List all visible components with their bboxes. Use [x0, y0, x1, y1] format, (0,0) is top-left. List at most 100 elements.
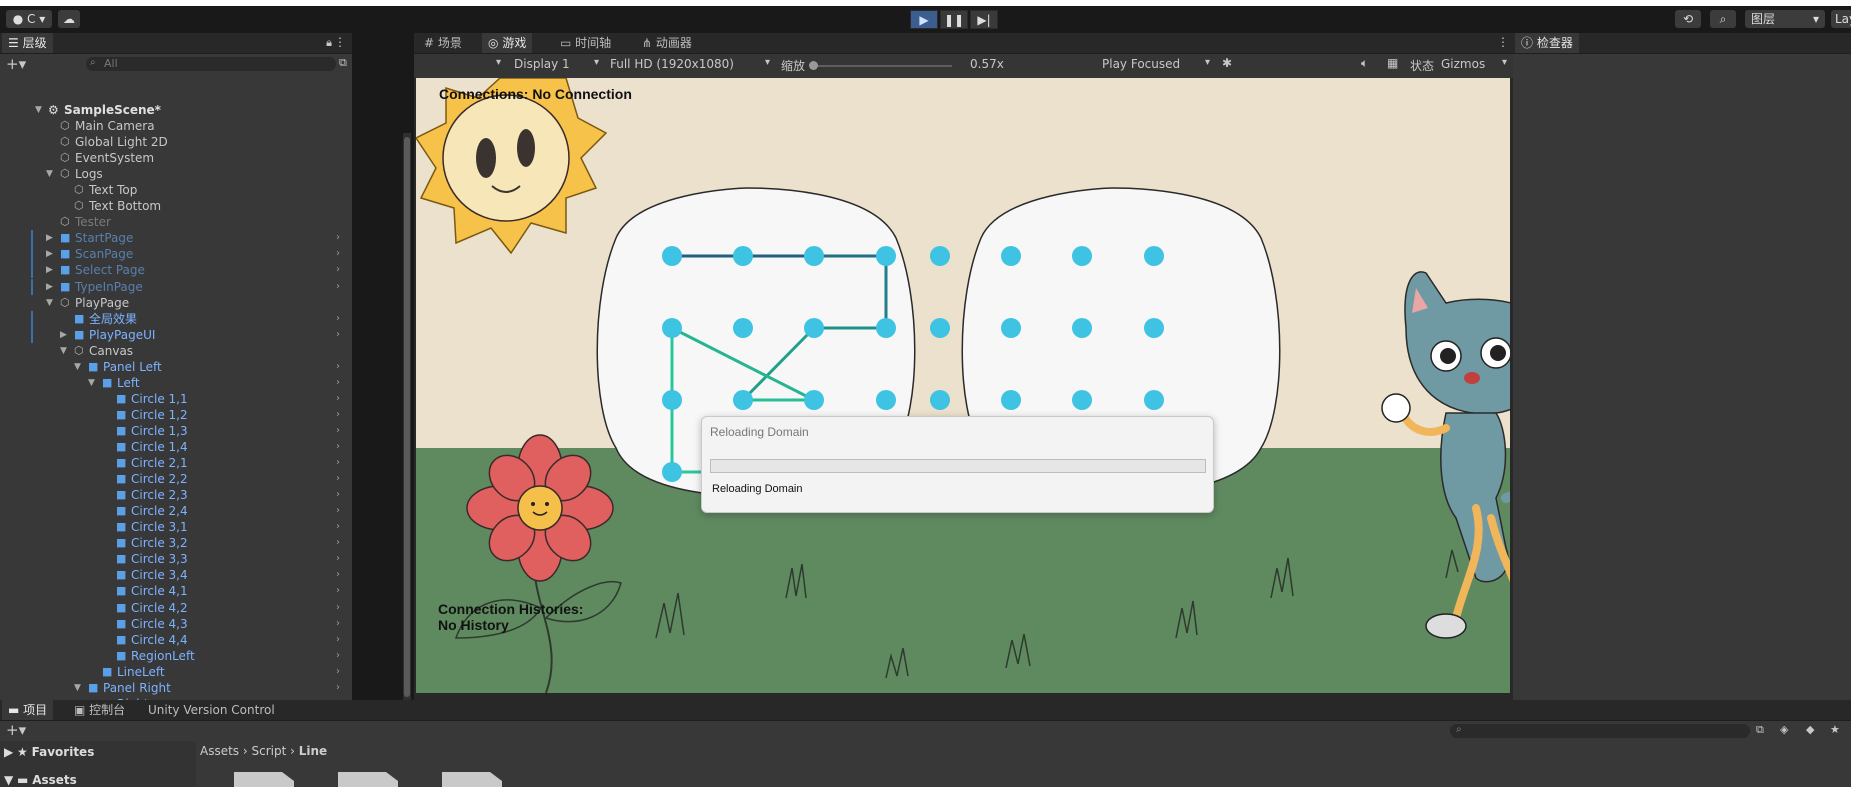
open-prefab-icon[interactable]: › — [336, 680, 340, 696]
lock-icon[interactable]: 🔒︎ — [326, 36, 332, 50]
game-chevron-icon[interactable]: ▾ — [496, 57, 501, 68]
open-prefab-icon[interactable]: › — [336, 519, 340, 535]
hierarchy-item[interactable]: ▼ ■ Panel Left › — [0, 359, 340, 375]
tab-console[interactable]: ▣ 控制台 — [68, 700, 131, 720]
more-icon[interactable]: ⋮ — [334, 35, 346, 49]
hierarchy-item[interactable]: ▼ ⬡ Logs — [0, 166, 340, 182]
hierarchy-options-icon[interactable]: ⧉ — [339, 56, 347, 70]
tab-inspector[interactable]: ⓘ 检查器 — [1515, 33, 1579, 53]
open-prefab-icon[interactable]: › — [336, 375, 340, 391]
hierarchy-item[interactable]: ■ Circle 2,3 › — [0, 487, 340, 503]
circle-right-3-3[interactable] — [1072, 390, 1092, 410]
open-prefab-icon[interactable]: › — [336, 262, 340, 278]
file-icon[interactable] — [234, 772, 294, 787]
audio-icon[interactable]: 🔈︎ — [1361, 56, 1368, 71]
circle-left-3-2[interactable] — [733, 390, 753, 410]
hierarchy-item[interactable]: ■ Circle 1,3 › — [0, 423, 340, 439]
breadcrumb-item[interactable]: Line — [299, 744, 327, 758]
hierarchy-item[interactable]: ⬡ Main Camera — [0, 118, 340, 134]
hierarchy-item[interactable]: ■ Circle 3,3 › — [0, 551, 340, 567]
expand-arrow-icon[interactable]: ▼ — [46, 295, 53, 311]
scene-row[interactable]: ▼ ⚙ SampleScene* — [0, 102, 340, 118]
circle-left-3-3[interactable] — [804, 390, 824, 410]
circle-left-4-1[interactable] — [662, 462, 682, 482]
hierarchy-item[interactable]: ▶ ■ ScanPage › — [0, 246, 340, 263]
open-prefab-icon[interactable]: › — [336, 471, 340, 487]
gizmos-dropdown[interactable]: Gizmos ▾ — [1441, 57, 1507, 73]
open-prefab-icon[interactable]: › — [336, 279, 340, 295]
open-prefab-icon[interactable]: › — [336, 648, 340, 664]
hierarchy-item[interactable]: ■ Circle 3,4 › — [0, 567, 340, 583]
circle-left-2-2[interactable] — [733, 318, 753, 338]
hierarchy-item[interactable]: ▶ ■ TypeInPage › — [0, 278, 340, 295]
hierarchy-item[interactable]: ■ Circle 2,2 › — [0, 471, 340, 487]
open-prefab-icon[interactable]: › — [336, 327, 340, 343]
open-prefab-icon[interactable]: › — [336, 664, 340, 680]
project-search-input[interactable]: ⌕ — [1450, 724, 1750, 738]
add-icon[interactable]: +▾ — [6, 55, 26, 73]
open-prefab-icon[interactable]: › — [336, 455, 340, 471]
expand-arrow-icon[interactable]: ▼ — [74, 680, 81, 696]
hierarchy-item[interactable]: ⬡ Tester — [0, 214, 340, 230]
open-prefab-icon[interactable]: › — [336, 246, 340, 262]
open-prefab-icon[interactable]: › — [336, 407, 340, 423]
tab-timeline[interactable]: ▭ 时间轴 — [554, 33, 617, 53]
tab-version-control[interactable]: Unity Version Control — [142, 700, 281, 720]
circle-left-2-4[interactable] — [876, 318, 896, 338]
file-icon[interactable] — [442, 772, 502, 787]
hierarchy-item[interactable]: ■ Circle 3,2 › — [0, 535, 340, 551]
open-prefab-icon[interactable]: › — [336, 487, 340, 503]
scale-slider-handle[interactable] — [809, 61, 818, 70]
circle-left-2-1[interactable] — [662, 318, 682, 338]
circle-right-2-3[interactable] — [1072, 318, 1092, 338]
open-prefab-icon[interactable]: › — [336, 551, 340, 567]
bug-icon[interactable]: ✱ — [1222, 56, 1232, 70]
open-prefab-icon[interactable]: › — [336, 567, 340, 583]
circle-right-2-4[interactable] — [1144, 318, 1164, 338]
tab-game[interactable]: ◎ 游戏 — [482, 33, 533, 53]
stats-button[interactable]: 状态 — [1410, 57, 1434, 74]
account-button[interactable]: ● C ▾ — [6, 10, 52, 28]
expand-arrow-icon[interactable]: ▼ — [46, 166, 53, 182]
expand-arrow-icon[interactable]: ▼ — [60, 343, 67, 359]
open-prefab-icon[interactable]: › — [336, 600, 340, 616]
tab-hierarchy[interactable]: ☰ 层级 — [2, 33, 53, 53]
collapse-arrow-icon[interactable]: ▶ — [46, 262, 53, 278]
hierarchy-item[interactable]: ⬡ Text Top — [0, 182, 340, 198]
scale-slider[interactable] — [809, 61, 952, 70]
more-icon[interactable]: ⋮ — [1497, 35, 1509, 49]
hierarchy-item[interactable]: ■ Circle 1,2 › — [0, 407, 340, 423]
circle-right-1-2[interactable] — [1001, 246, 1021, 266]
hierarchy-item[interactable]: ▶ ■ Select Page › — [0, 262, 340, 279]
expand-arrow-icon[interactable]: ▼ — [74, 359, 81, 375]
tab-animator[interactable]: ⋔ 动画器 — [636, 33, 698, 53]
play-mode-dropdown[interactable]: Play Focused ▾ — [1102, 57, 1210, 73]
hierarchy-item[interactable]: ■ Circle 4,1 › — [0, 583, 340, 599]
cloud-button[interactable]: ☁ — [58, 10, 80, 28]
hierarchy-item[interactable]: ⬡ Global Light 2D — [0, 134, 340, 150]
assets-row[interactable]: ▼ ▬ Assets — [4, 773, 77, 787]
open-prefab-icon[interactable]: › — [336, 632, 340, 648]
game-viewport[interactable]: Connections: No Connection Connection Hi… — [416, 78, 1510, 693]
resolution-dropdown[interactable]: Full HD (1920x1080) ▾ — [610, 57, 770, 73]
expand-arrow-icon[interactable]: ▼ — [88, 375, 95, 391]
hierarchy-item[interactable]: ⬡ EventSystem — [0, 150, 340, 166]
circle-right-3-2[interactable] — [1001, 390, 1021, 410]
open-prefab-icon[interactable]: › — [336, 311, 340, 327]
circle-right-1-1[interactable] — [930, 246, 950, 266]
circle-left-1-4[interactable] — [876, 246, 896, 266]
open-prefab-icon[interactable]: › — [336, 616, 340, 632]
circle-right-3-4[interactable] — [1144, 390, 1164, 410]
step-button[interactable]: ▶| — [970, 10, 998, 29]
hierarchy-item[interactable]: ⬡ Text Bottom — [0, 198, 340, 214]
tab-project[interactable]: ▬ 项目 — [2, 700, 54, 720]
breadcrumb-item[interactable]: Assets — [200, 744, 239, 758]
hierarchy-item[interactable]: ▼ ■ Panel Right › — [0, 680, 340, 696]
hierarchy-item[interactable]: ■ Circle 4,2 › — [0, 600, 340, 616]
type-filter-icon[interactable]: ◈ — [1780, 723, 1788, 736]
hierarchy-item[interactable]: ■ Circle 2,1 › — [0, 455, 340, 471]
hierarchy-item[interactable]: ▼ ⬡ PlayPage — [0, 295, 340, 311]
open-prefab-icon[interactable]: › — [336, 583, 340, 599]
open-prefab-icon[interactable]: › — [336, 503, 340, 519]
pause-button[interactable]: ❚❚ — [940, 10, 968, 29]
